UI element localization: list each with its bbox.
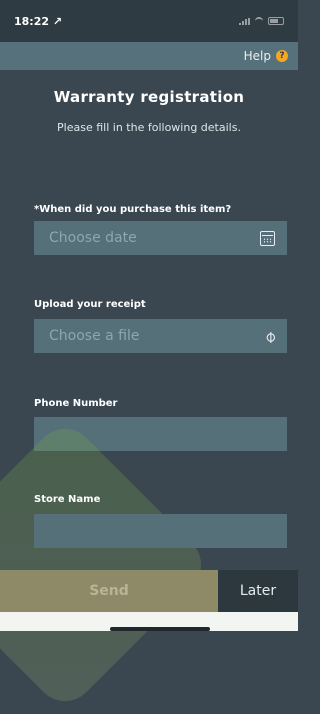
phone-label: Phone Number <box>34 398 118 409</box>
page-title: Warranty registration <box>53 88 245 106</box>
page-subtitle: Please fill in the following details. <box>57 121 241 134</box>
purchase-date-placeholder: Choose date <box>49 230 137 246</box>
send-button[interactable]: Send <box>0 570 218 612</box>
location-icon: ↗ <box>52 14 63 28</box>
wifi-icon <box>255 17 263 25</box>
status-indicators <box>239 17 284 25</box>
receipt-label: Upload your receipt <box>34 299 146 310</box>
store-name-input[interactable] <box>34 514 287 548</box>
help-icon[interactable]: ? <box>276 50 288 62</box>
help-link[interactable]: Help <box>244 49 271 63</box>
purchase-date-field[interactable]: Choose date <box>34 221 287 255</box>
signal-icon <box>239 17 250 25</box>
clock-time: 18:22 <box>14 14 50 28</box>
home-indicator[interactable] <box>110 627 210 631</box>
receipt-upload-field[interactable]: Choose a file ⌀ <box>34 319 287 353</box>
purchase-date-label: *When did you purchase this item? <box>34 204 232 215</box>
status-time: 18:22 ↗ <box>14 15 62 28</box>
help-bar: Help ? <box>0 42 298 70</box>
receipt-placeholder: Choose a file <box>49 328 140 344</box>
store-name-label: Store Name <box>34 494 101 505</box>
battery-icon <box>268 17 284 25</box>
status-bar: 18:22 ↗ <box>0 0 298 42</box>
paperclip-icon[interactable]: ⌀ <box>260 326 280 346</box>
later-button[interactable]: Later <box>218 570 298 612</box>
watermark-shape <box>0 416 214 714</box>
calendar-icon[interactable] <box>260 230 275 246</box>
